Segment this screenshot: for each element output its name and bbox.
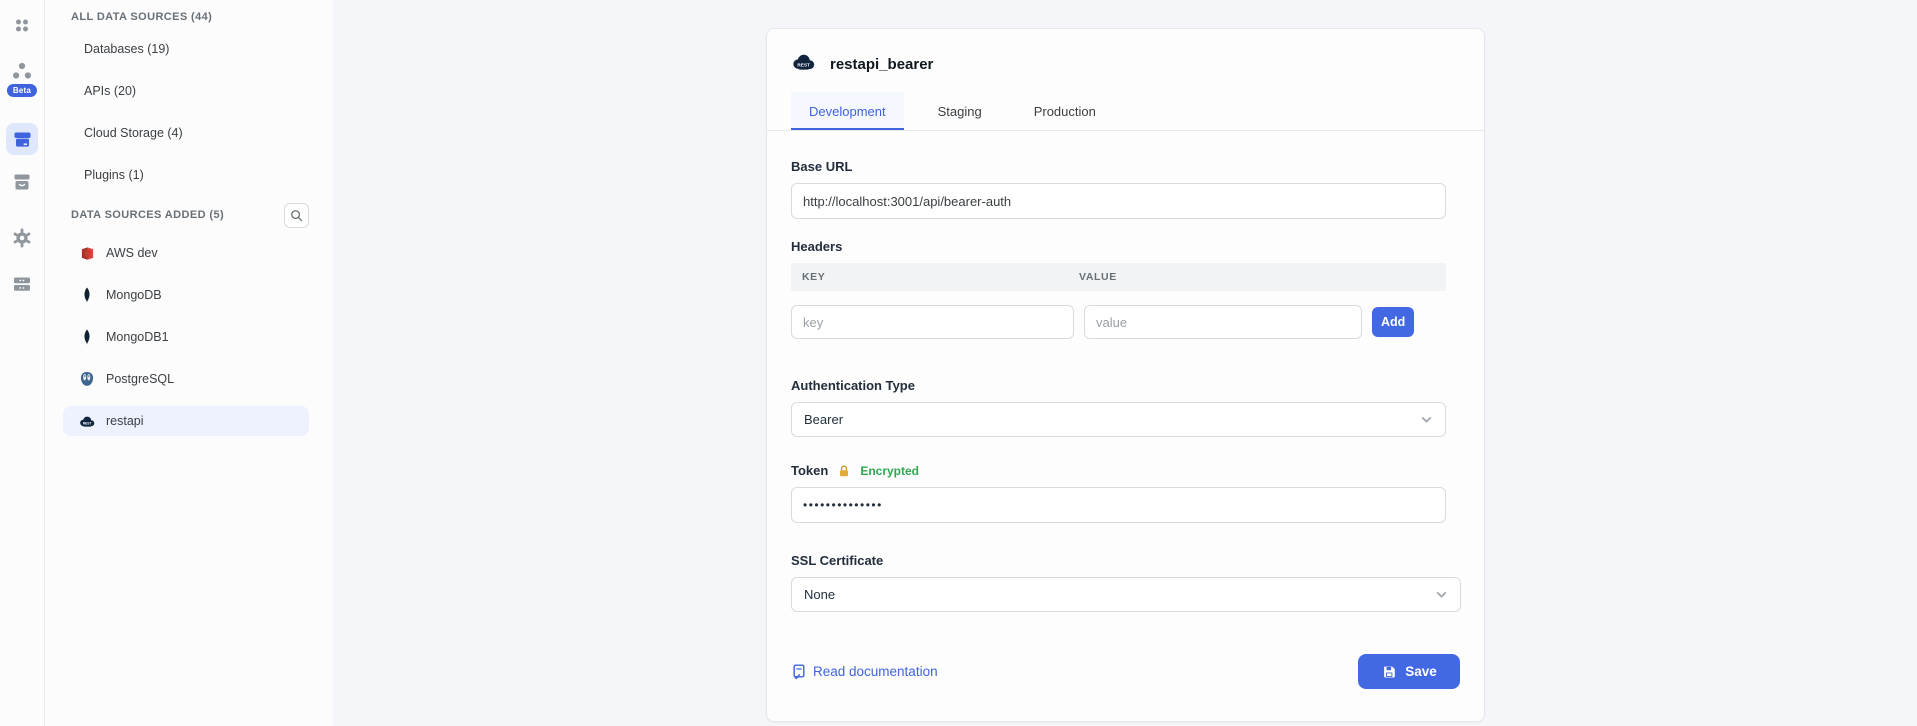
mongodb-icon (79, 329, 95, 345)
sidebar-item-databases[interactable]: Databases (19) (45, 28, 333, 70)
header-value-input[interactable] (1084, 305, 1362, 339)
workflows-icon[interactable] (12, 62, 33, 80)
rest-api-icon: REST (79, 413, 95, 429)
value-column-header: VALUE (1079, 271, 1117, 283)
apps-grid-icon[interactable] (14, 17, 31, 34)
svg-text:REST: REST (83, 421, 92, 425)
token-input[interactable] (791, 487, 1446, 523)
main-area: REST restapi_bearer Development Staging … (333, 0, 1917, 726)
save-button-label: Save (1405, 664, 1437, 679)
svg-text:REST: REST (797, 63, 810, 68)
base-url-input[interactable] (791, 183, 1446, 219)
sidebar-datasource-aws-dev[interactable]: AWS dev (63, 238, 309, 268)
encrypted-badge: Encrypted (860, 464, 919, 478)
left-icon-rail: Beta (0, 0, 45, 726)
auth-type-value: Bearer (804, 412, 843, 427)
settings-gear-icon[interactable] (10, 226, 34, 250)
tab-staging[interactable]: Staging (920, 92, 1000, 130)
ssl-certificate-label: SSL Certificate (791, 553, 1460, 568)
sidebar-datasource-restapi[interactable]: REST restapi (63, 406, 309, 436)
auth-type-label: Authentication Type (791, 378, 1460, 393)
environment-tabbar: Development Staging Production (767, 92, 1484, 131)
header-key-input[interactable] (791, 305, 1074, 339)
headers-label: Headers (791, 239, 1460, 254)
datasource-label: PostgreSQL (106, 372, 174, 386)
documentation-icon (791, 664, 806, 680)
key-column-header: KEY (791, 271, 1079, 283)
tab-production[interactable]: Production (1016, 92, 1114, 130)
data-sources-added-header: DATA SOURCES ADDED (5) (71, 204, 224, 226)
read-documentation-link[interactable]: Read documentation (791, 664, 938, 680)
rest-api-icon: REST (791, 53, 816, 76)
datasource-label: MongoDB1 (106, 330, 169, 344)
chevron-down-icon (1420, 413, 1433, 426)
tab-development[interactable]: Development (791, 92, 904, 130)
token-label: Token (791, 463, 828, 478)
base-url-label: Base URL (791, 159, 1460, 174)
datasource-label: AWS dev (106, 246, 158, 260)
datasource-config-card: REST restapi_bearer Development Staging … (766, 28, 1485, 722)
sidebar-item-plugins[interactable]: Plugins (1) (45, 154, 333, 196)
sidebar-item-apis[interactable]: APIs (20) (45, 70, 333, 112)
ssl-certificate-value: None (804, 587, 835, 602)
add-header-button[interactable]: Add (1372, 307, 1414, 337)
all-data-sources-header: ALL DATA SOURCES (44) (45, 6, 333, 28)
sidebar-datasource-mongodb1[interactable]: MongoDB1 (63, 322, 309, 352)
search-button[interactable] (284, 203, 309, 228)
datasource-label: restapi (106, 414, 144, 428)
sidebar-datasource-postgresql[interactable]: PostgreSQL (63, 364, 309, 394)
sidebar-item-cloud-storage[interactable]: Cloud Storage (4) (45, 112, 333, 154)
data-sources-sidebar: ALL DATA SOURCES (44) Databases (19) API… (45, 0, 333, 726)
headers-table-header: KEY VALUE (791, 263, 1446, 291)
aws-icon (79, 245, 95, 261)
chevron-down-icon (1435, 588, 1448, 601)
sidebar-datasource-mongodb[interactable]: MongoDB (63, 280, 309, 310)
lock-icon (837, 464, 851, 478)
save-icon (1381, 664, 1397, 680)
page-title: restapi_bearer (830, 56, 933, 73)
postgresql-icon (79, 371, 95, 387)
datasource-label: MongoDB (106, 288, 162, 302)
auth-type-select[interactable]: Bearer (791, 402, 1446, 437)
mongodb-icon (79, 287, 95, 303)
read-documentation-label: Read documentation (813, 664, 938, 679)
beta-badge: Beta (7, 84, 37, 97)
save-button[interactable]: Save (1358, 654, 1460, 689)
database-icon[interactable] (10, 272, 34, 296)
data-sources-icon[interactable] (6, 123, 38, 155)
ssl-certificate-select[interactable]: None (791, 577, 1461, 612)
search-icon (290, 209, 303, 222)
marketplace-icon[interactable] (10, 170, 34, 194)
